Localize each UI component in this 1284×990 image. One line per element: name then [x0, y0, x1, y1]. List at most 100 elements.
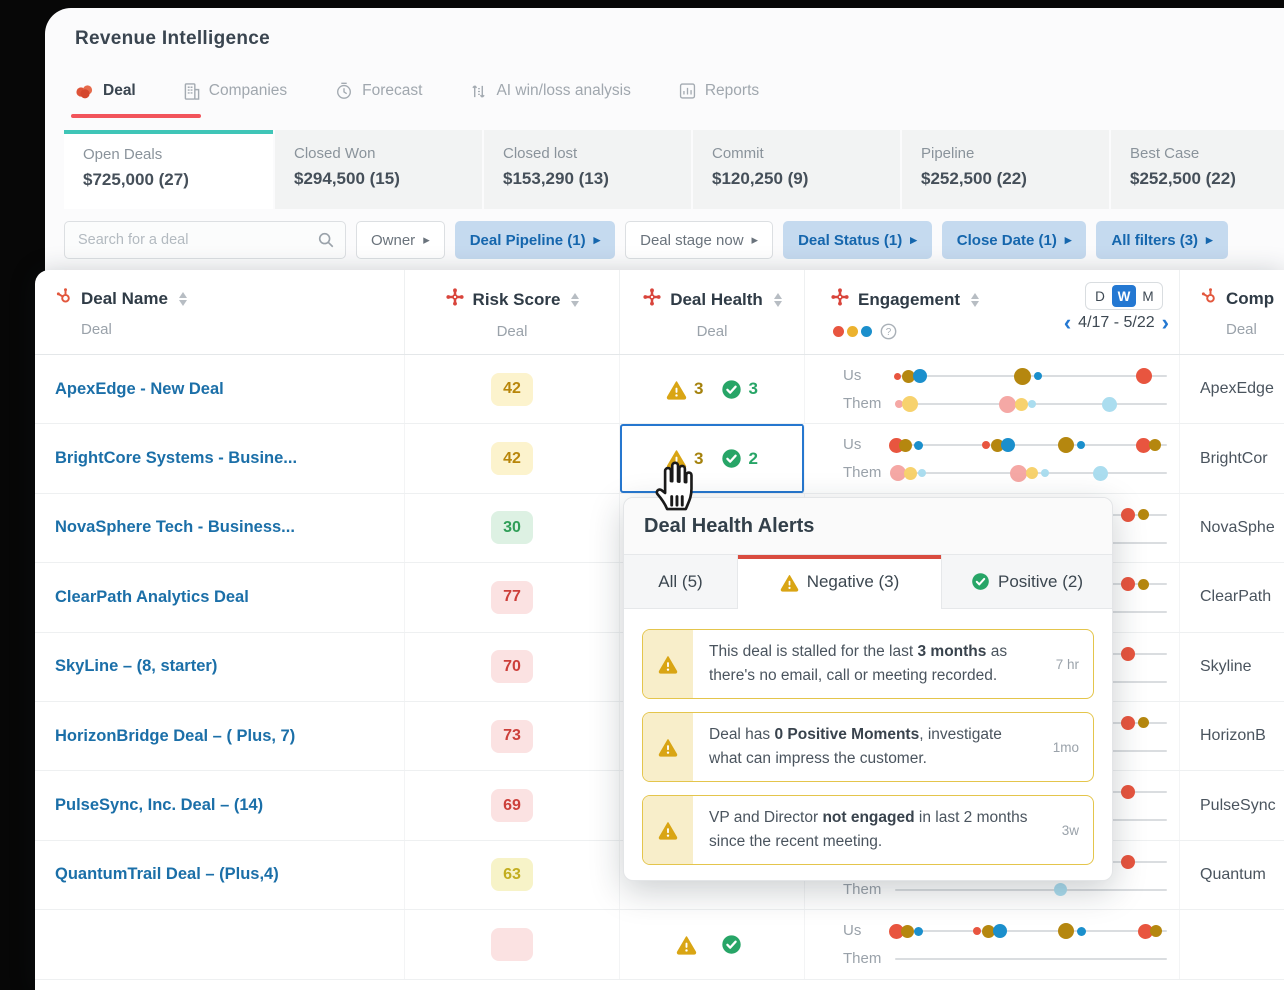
nav-tab-deal[interactable]: Deal — [75, 82, 136, 102]
filter-close-date-1[interactable]: Close Date (1)▸ — [942, 221, 1087, 259]
table-row: Us Them — [35, 910, 1284, 979]
engagement-dot — [1138, 579, 1149, 590]
deal-name-link[interactable]: QuantumTrail Deal – (Plus,4) — [55, 865, 279, 884]
sort-icon[interactable] — [774, 293, 782, 307]
popup-tabs: All (5)Negative (3)Positive (2) — [624, 555, 1112, 609]
engagement-dot — [1077, 441, 1085, 449]
card-label: Commit — [712, 145, 900, 162]
nav-tab-ai-win-loss-analysis[interactable]: AI win/loss analysis — [470, 82, 630, 102]
nav-tab-companies[interactable]: Companies — [184, 82, 287, 102]
filter-deal-pipeline-1[interactable]: Deal Pipeline (1)▸ — [455, 221, 615, 259]
filter-owner[interactable]: Owner▸ — [356, 221, 445, 259]
warning-icon — [643, 796, 693, 864]
date-range-nav: ‹ 4/17 - 5/22 › — [1064, 314, 1169, 332]
period-W[interactable]: W — [1112, 285, 1136, 307]
risk-score-badge: 69 — [491, 789, 533, 822]
alert-text: This deal is stalled for the last 3 mont… — [693, 630, 1041, 698]
alert-time: 1mo — [1041, 713, 1093, 781]
period-M[interactable]: M — [1136, 285, 1160, 307]
deal-name-link[interactable]: HorizonBridge Deal – ( Plus, 7) — [55, 727, 295, 746]
card-label: Pipeline — [921, 145, 1109, 162]
filter-deal-stage-now[interactable]: Deal stage now▸ — [625, 221, 773, 259]
popup-tab-negative-3[interactable]: Negative (3) — [738, 555, 941, 609]
question-icon[interactable]: ? — [880, 323, 897, 340]
period-D[interactable]: D — [1088, 285, 1112, 307]
engagement-dot — [1010, 465, 1027, 482]
them-label: Them — [843, 950, 881, 967]
engagement-dot — [1150, 925, 1162, 937]
engagement-dot — [1138, 509, 1149, 520]
company-cell: HorizonB — [1200, 727, 1266, 745]
nav-tab-forecast[interactable]: Forecast — [335, 82, 422, 102]
engagement-dot — [913, 369, 927, 383]
popup-tab-positive-2[interactable]: Positive (2) — [941, 555, 1112, 609]
risk-score-badge: 42 — [491, 442, 533, 475]
chevron-right-icon[interactable]: › — [1162, 315, 1169, 331]
deal-name-link[interactable]: ApexEdge - New Deal — [55, 380, 224, 399]
deal-name-link[interactable]: NovaSphere Tech - Business... — [55, 518, 295, 537]
summary-cards: Open Deals$725,000 (27)Closed Won$294,50… — [64, 130, 1284, 209]
column-header-company[interactable]: Comp Deal — [1180, 270, 1284, 354]
risk-score-badge: 30 — [491, 511, 533, 544]
engagement-dot — [982, 441, 990, 449]
column-header-deal-health[interactable]: Deal Health Deal — [620, 270, 805, 354]
deal-name-link[interactable]: PulseSync, Inc. Deal – (14) — [55, 796, 263, 815]
nav-tab-reports[interactable]: Reports — [679, 82, 759, 102]
timeline — [895, 444, 1167, 446]
chevron-left-icon[interactable]: ‹ — [1064, 315, 1071, 331]
search-input[interactable] — [64, 221, 346, 259]
deal-health-cell[interactable] — [620, 910, 805, 978]
nav-tabs: Deal Companies Forecast AI win/loss analysi… — [75, 82, 759, 102]
filter-all-filters-3[interactable]: All filters (3)▸ — [1096, 221, 1227, 259]
deal-health-cell[interactable]: 33 — [620, 355, 805, 423]
engagement-cell[interactable]: UsThem — [805, 355, 1180, 423]
company-cell: Skyline — [1200, 658, 1252, 676]
caret-right-icon: ▸ — [1206, 232, 1213, 248]
column-header-engagement[interactable]: Engagement ? DWM ‹ 4/17 - 5/22 › — [805, 270, 1180, 354]
summary-card-closed-won[interactable]: Closed Won$294,500 (15) — [275, 130, 482, 209]
popup-tab-all-5[interactable]: All (5) — [624, 555, 738, 609]
engagement-dot — [1034, 372, 1042, 380]
sort-icon[interactable] — [971, 293, 979, 307]
warning-icon — [643, 713, 693, 781]
risk-score-badge: 42 — [491, 373, 533, 406]
deal-health-cell[interactable]: 32 — [620, 424, 805, 492]
company-cell: ClearPath — [1200, 588, 1271, 606]
summary-card-best-case[interactable]: Best Case$252,500 (22) — [1111, 130, 1284, 209]
caret-right-icon: ▸ — [1065, 232, 1072, 248]
companies-icon — [184, 83, 200, 100]
summary-card-open-deals[interactable]: Open Deals$725,000 (27) — [64, 130, 273, 209]
column-header-risk-score[interactable]: Risk Score Deal — [405, 270, 620, 354]
engagement-cell[interactable]: Us Them — [805, 910, 1180, 978]
risk-score-badge: 70 — [491, 650, 533, 683]
summary-card-pipeline[interactable]: Pipeline$252,500 (22) — [902, 130, 1109, 209]
sort-icon[interactable] — [571, 293, 579, 307]
company-cell: Quantum — [1200, 866, 1266, 884]
sprocket-icon — [55, 287, 73, 310]
engagement-dot — [1121, 577, 1135, 591]
engagement-dot — [914, 927, 923, 936]
column-header-deal-name[interactable]: Deal Name Deal — [35, 270, 405, 354]
timeline — [895, 889, 1167, 891]
us-label: Us — [843, 367, 861, 384]
alert-time: 7 hr — [1041, 630, 1093, 698]
table-row: ApexEdge - New Deal4233UsThemApexEdge — [35, 355, 1284, 424]
engagement-cell[interactable]: UsThem — [805, 424, 1180, 492]
caret-right-icon: ▸ — [423, 232, 430, 248]
deal-name-link[interactable]: BrightCore Systems - Busine... — [55, 449, 297, 468]
filter-deal-status-1[interactable]: Deal Status (1)▸ — [783, 221, 932, 259]
check-circle-icon — [971, 572, 990, 591]
cross-icon — [445, 287, 465, 312]
cross-icon — [642, 287, 662, 312]
summary-card-closed-lost[interactable]: Closed lost$153,290 (13) — [484, 130, 691, 209]
sort-icon[interactable] — [179, 292, 187, 306]
alert-time: 3w — [1041, 796, 1093, 864]
deal-name-link[interactable]: SkyLine – (8, starter) — [55, 657, 217, 676]
deal-name-link[interactable]: ClearPath Analytics Deal — [55, 588, 249, 607]
alert-text: Deal has 0 Positive Moments, investigate… — [693, 713, 1041, 781]
alert-card: VP and Director not engaged in last 2 mo… — [642, 795, 1094, 865]
summary-card-commit[interactable]: Commit $120,250 (9) — [693, 130, 900, 209]
us-label: Us — [843, 922, 861, 939]
card-value: $120,250 (9) — [712, 169, 900, 189]
check-circle-icon — [721, 379, 742, 400]
